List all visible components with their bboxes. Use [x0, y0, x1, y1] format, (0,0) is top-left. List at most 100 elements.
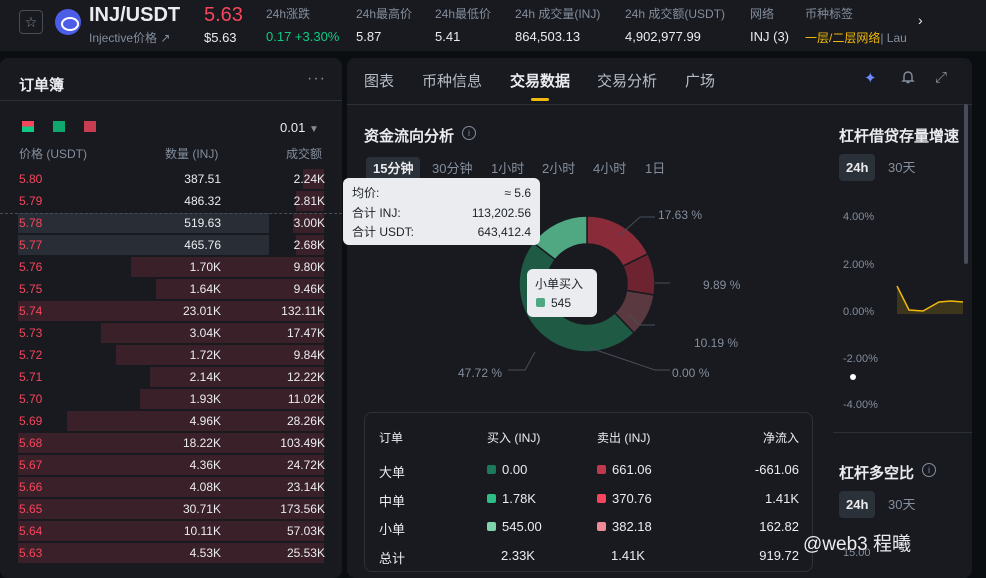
stat-value-network[interactable]: INJ (3): [750, 29, 789, 44]
time-tab-2h[interactable]: 2小时: [535, 157, 582, 181]
order-qty: 519.63: [184, 216, 221, 230]
legend-swatch: [487, 493, 496, 503]
depth-bar: [18, 301, 324, 321]
pair-subtitle-link[interactable]: Injective价格 ↗: [89, 29, 170, 46]
order-price: 5.66: [19, 480, 43, 494]
orderbook-row[interactable]: 5.75 1.64K 9.46K: [0, 278, 342, 300]
orderbook-row[interactable]: 5.79 486.32 2.81K: [0, 190, 342, 212]
stat-value-turnover: 4,902,977.99: [625, 29, 701, 44]
tip2-value: 545: [551, 296, 572, 310]
order-price: 5.64: [19, 524, 43, 538]
order-qty: 23.01K: [182, 304, 221, 318]
order-total: 103.49K: [280, 436, 325, 450]
order-total: 173.56K: [280, 502, 325, 516]
order-qty: 10.11K: [183, 524, 221, 538]
orderbook-row[interactable]: 5.74 23.01K 132.11K: [0, 300, 342, 322]
time-tab-1d[interactable]: 1日: [638, 157, 672, 181]
flow-value: 382.18: [612, 519, 652, 534]
axis-label: -2.00%: [843, 353, 878, 365]
precision-select[interactable]: 0.01 ▼: [280, 120, 319, 135]
flow-row-buy: 2.33K: [501, 548, 535, 563]
stat-label-tags: 币种标签: [805, 7, 854, 21]
inj-logo-icon: [55, 9, 81, 35]
growth-area-chart: [896, 285, 964, 314]
orderbook-row[interactable]: 5.73 3.04K 17.47K: [0, 322, 342, 344]
more-options-icon[interactable]: ···: [307, 70, 326, 88]
growth-tab-30d[interactable]: 30天: [881, 154, 922, 181]
last-price-usd: $5.63: [204, 30, 237, 45]
ai-sparkle-icon[interactable]: ✦: [864, 69, 877, 87]
orderbook-row[interactable]: 5.64 10.11K 57.03K: [0, 520, 342, 542]
growth-tab-24h[interactable]: 24h: [839, 154, 876, 181]
orderbook-row[interactable]: 5.71 2.14K 12.22K: [0, 366, 342, 388]
orderbook-row[interactable]: 5.66 4.08K 23.14K: [0, 476, 342, 498]
chevron-right-icon[interactable]: ›: [918, 12, 923, 28]
expand-icon[interactable]: ⤢: [935, 69, 947, 86]
order-total: 9.46K: [293, 282, 325, 296]
tooltip-usdt-value: 643,412.4: [477, 225, 531, 239]
tab-coin-info[interactable]: 币种信息: [422, 70, 482, 91]
depth-bar: [18, 433, 324, 453]
orderbook-row[interactable]: 5.78 519.63 3.00K: [0, 212, 342, 234]
order-total: 57.03K: [286, 524, 325, 538]
flow-row-sell: 1.41K: [611, 548, 645, 563]
ls-tab-30d[interactable]: 30天: [881, 491, 922, 518]
axis-label: -4.00%: [843, 399, 878, 411]
info-icon[interactable]: i: [462, 126, 476, 140]
orderbook-row[interactable]: 5.76 1.70K 9.80K: [0, 256, 342, 278]
row-highlight: [18, 235, 269, 255]
orderbook-row[interactable]: 5.72 1.72K 9.84K: [0, 344, 342, 366]
depth-bar: [18, 543, 324, 563]
orderbook-row[interactable]: 5.67 4.36K 24.72K: [0, 454, 342, 476]
tab-chart[interactable]: 图表: [364, 70, 394, 91]
tab-trading-data[interactable]: 交易数据: [510, 70, 570, 91]
order-total: 2.68K: [293, 238, 325, 252]
view-bids-icon[interactable]: [53, 121, 65, 132]
watermark: @web3 程曦: [803, 534, 911, 555]
order-qty: 387.51: [184, 172, 221, 186]
order-price: 5.77: [19, 238, 43, 252]
tab-square[interactable]: 广场: [685, 70, 715, 91]
order-total: 3.00K: [293, 216, 325, 230]
view-both-icon[interactable]: [22, 121, 34, 132]
time-tab-4h[interactable]: 4小时: [586, 157, 633, 181]
order-price: 5.72: [19, 348, 43, 362]
flow-value: 1.78K: [502, 490, 536, 506]
stat-value-change: 0.17 +3.30%: [266, 29, 340, 44]
tab-trading-analysis[interactable]: 交易分析: [597, 70, 657, 91]
flow-row-name: 大单: [379, 465, 406, 480]
col-qty: 数量 (INJ): [165, 147, 219, 161]
orderbook-row[interactable]: 5.77 465.76 2.68K: [0, 234, 342, 256]
bell-icon[interactable]: [900, 69, 916, 89]
orderbook-row[interactable]: 5.70 1.93K 11.02K: [0, 388, 342, 410]
leader-line: [589, 347, 670, 371]
tooltip-avg-label: 均价:: [352, 186, 380, 200]
order-price: 5.67: [19, 458, 43, 472]
ls-tab-24h[interactable]: 24h: [839, 491, 876, 518]
scrollbar[interactable]: [964, 104, 968, 264]
stat-label-volume: 24h 成交量(INJ): [515, 7, 601, 21]
order-total: 2.81K: [293, 194, 325, 208]
stat-label-turnover: 24h 成交额(USDT): [625, 7, 726, 21]
flow-tooltip: 均价: ≈ 5.6 合计 INJ: 113,202.56 合计 USDT: 643,4…: [343, 178, 540, 245]
pair-name[interactable]: INJ/USDT: [89, 4, 180, 27]
flow-row-net: 162.82: [759, 519, 799, 534]
orderbook-row[interactable]: 5.65 30.71K 173.56K: [0, 498, 342, 520]
orderbook-row[interactable]: 5.63 4.53K 25.53K: [0, 542, 342, 564]
axis-label: 2.00%: [843, 259, 875, 271]
orderbook-row[interactable]: 5.69 4.96K 28.26K: [0, 410, 342, 432]
order-qty: 1.64K: [189, 282, 221, 296]
axis-label: 0.00%: [843, 306, 875, 318]
view-asks-icon[interactable]: [84, 121, 96, 132]
favorite-star-icon[interactable]: ☆: [19, 10, 43, 34]
order-price: 5.65: [19, 502, 43, 516]
flow-row-name: 小单: [379, 522, 406, 537]
order-price: 5.78: [19, 216, 43, 230]
flow-value: 0.00: [502, 462, 528, 477]
info-icon[interactable]: i: [922, 463, 936, 477]
flow-value: 370.76: [612, 490, 652, 506]
orderbook-row[interactable]: 5.80 387.51 2.24K: [0, 168, 342, 190]
stat-value-tags[interactable]: 一层/二层网络| Lau: [805, 29, 915, 46]
orderbook-row[interactable]: 5.68 18.22K 103.49K: [0, 432, 342, 454]
flow-row-net: -661.06: [754, 462, 799, 477]
